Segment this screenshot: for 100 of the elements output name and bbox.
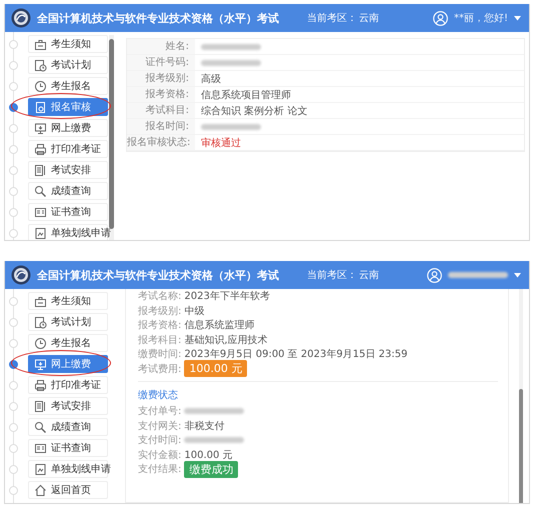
field-value: 综合知识 案例分析 论文 bbox=[201, 104, 308, 118]
field-label: 支付网关: bbox=[138, 420, 182, 433]
sidebar-item[interactable]: 返回首页 bbox=[28, 481, 108, 499]
monitor-icon bbox=[34, 358, 47, 370]
search-icon bbox=[34, 420, 47, 434]
sidebar-item[interactable]: 网上缴费 bbox=[28, 355, 108, 373]
timeline-dot bbox=[9, 422, 18, 432]
site-title: 全国计算机技术与软件专业技术资格（水平）考试 bbox=[37, 268, 279, 282]
blurred-value bbox=[201, 124, 261, 130]
timeline-dot bbox=[9, 186, 18, 196]
blurred-value bbox=[184, 408, 244, 414]
user-icon[interactable] bbox=[432, 10, 448, 26]
region-label: 当前考区： bbox=[307, 12, 357, 25]
blurred-user-name bbox=[448, 272, 508, 278]
field-label: 报考级别: bbox=[138, 304, 182, 318]
sidebar-item[interactable]: 打印准考证 bbox=[28, 140, 108, 158]
field-value: 高级 bbox=[201, 72, 221, 86]
sidebar-item[interactable]: 成绩查询 bbox=[28, 182, 108, 200]
section-title: 缴费状态 bbox=[138, 388, 179, 402]
field-label: 考试名称: bbox=[138, 290, 182, 304]
certificate-icon bbox=[34, 206, 47, 218]
timeline-dot bbox=[9, 166, 18, 174]
form-icon bbox=[34, 226, 47, 240]
caret-icon[interactable] bbox=[514, 16, 521, 20]
status-text: 审核通过 bbox=[201, 136, 241, 150]
field-value: 基础知识,应用技术 bbox=[184, 334, 268, 347]
region-name: 云南 bbox=[359, 12, 379, 25]
sidebar-item[interactable]: 报名审核 bbox=[28, 98, 108, 116]
field-label: 报名时间: bbox=[127, 119, 195, 134]
field-value: 非税支付 bbox=[184, 420, 224, 433]
field-value: 信息系统项目管理师 bbox=[201, 88, 291, 102]
sidebar-item[interactable]: 网上缴费 bbox=[28, 119, 108, 137]
printer-icon bbox=[34, 142, 47, 156]
field-label: 缴费时间: bbox=[138, 348, 182, 362]
timeline-dot bbox=[9, 60, 18, 70]
field-value: 2023年9月5日 09:00 至 2023年9月15日 23:59 bbox=[184, 348, 408, 362]
blurred-value bbox=[184, 437, 244, 444]
field-label: 报考级别: bbox=[127, 71, 195, 86]
printer-icon bbox=[34, 378, 47, 392]
sidebar-item[interactable]: 考试安排 bbox=[28, 397, 108, 415]
field-label: 报考资格: bbox=[127, 87, 195, 102]
timeline-dot bbox=[9, 464, 18, 474]
field-value: 100.00 元 bbox=[184, 448, 233, 462]
sidebar-item[interactable]: 单独划线申请 bbox=[28, 224, 108, 240]
sidebar-item[interactable]: 考生须知 bbox=[28, 292, 108, 310]
site-title: 全国计算机技术与软件专业技术资格（水平）考试 bbox=[37, 10, 279, 26]
field-label: 支付单号: bbox=[138, 404, 182, 418]
emblem-logo-icon bbox=[11, 8, 31, 28]
bag-icon bbox=[34, 38, 47, 50]
calendar-clock-icon bbox=[34, 316, 47, 328]
timeline-dot bbox=[9, 402, 18, 410]
sidebar-item[interactable]: 证书查询 bbox=[28, 439, 108, 457]
caret-icon[interactable] bbox=[514, 272, 521, 278]
timeline-dot bbox=[9, 380, 18, 390]
blurred-value bbox=[201, 60, 261, 66]
search-icon bbox=[34, 184, 47, 198]
field-label: 考试科目: bbox=[127, 103, 195, 118]
field-label: 证件号码: bbox=[127, 55, 195, 70]
timeline-dot bbox=[9, 444, 18, 452]
sidebar-item[interactable]: 成绩查询 bbox=[28, 418, 108, 436]
timeline-dot bbox=[9, 144, 18, 154]
sidebar-item[interactable]: 考生须知 bbox=[28, 35, 108, 53]
sidebar-item[interactable]: 考试计划 bbox=[28, 56, 108, 74]
field-label: 支付时间: bbox=[138, 434, 182, 448]
field-label: 姓名: bbox=[127, 39, 195, 54]
field-label: 报名审核状态: bbox=[127, 135, 195, 150]
clock-icon bbox=[34, 80, 47, 92]
field-value: 信息系统监理师 bbox=[184, 318, 254, 332]
document-icon bbox=[34, 100, 47, 114]
home-icon bbox=[34, 484, 47, 496]
field-label: 报考科目: bbox=[138, 334, 182, 347]
timeline-dot bbox=[9, 208, 18, 216]
field-value: 中级 bbox=[184, 304, 204, 318]
form-icon bbox=[34, 462, 47, 476]
sidebar-item[interactable]: 考生报名 bbox=[28, 77, 108, 95]
monitor-icon bbox=[34, 122, 47, 134]
sidebar-item[interactable]: 单独划线申请 bbox=[28, 460, 108, 478]
field-label: 考试费用: bbox=[138, 362, 182, 376]
sidebar-item[interactable]: 证书查询 bbox=[28, 203, 108, 221]
field-value: 2023年下半年软考 bbox=[184, 290, 270, 304]
clock-icon bbox=[34, 336, 47, 350]
field-label: 报考资格: bbox=[138, 318, 182, 332]
timeline-dot bbox=[9, 318, 18, 326]
document-icon bbox=[34, 400, 47, 412]
sidebar-item[interactable]: 考试安排 bbox=[28, 161, 108, 179]
timeline-dot bbox=[9, 82, 18, 90]
certificate-icon bbox=[34, 442, 47, 454]
timeline-dot bbox=[9, 228, 18, 238]
timeline-dot bbox=[9, 124, 18, 132]
sidebar-item[interactable]: 考生报名 bbox=[28, 334, 108, 352]
field-label: 实付金额: bbox=[138, 448, 182, 462]
sidebar-item[interactable]: 考试计划 bbox=[28, 313, 108, 331]
timeline-dot bbox=[9, 360, 18, 368]
bag-icon bbox=[34, 294, 47, 308]
sidebar-item[interactable]: 打印准考证 bbox=[28, 376, 108, 394]
field-label: 支付结果: bbox=[138, 462, 182, 476]
timeline-dot bbox=[9, 40, 18, 48]
timeline-dot bbox=[9, 102, 18, 112]
user-icon[interactable] bbox=[427, 268, 442, 282]
timeline-dot bbox=[9, 486, 18, 494]
